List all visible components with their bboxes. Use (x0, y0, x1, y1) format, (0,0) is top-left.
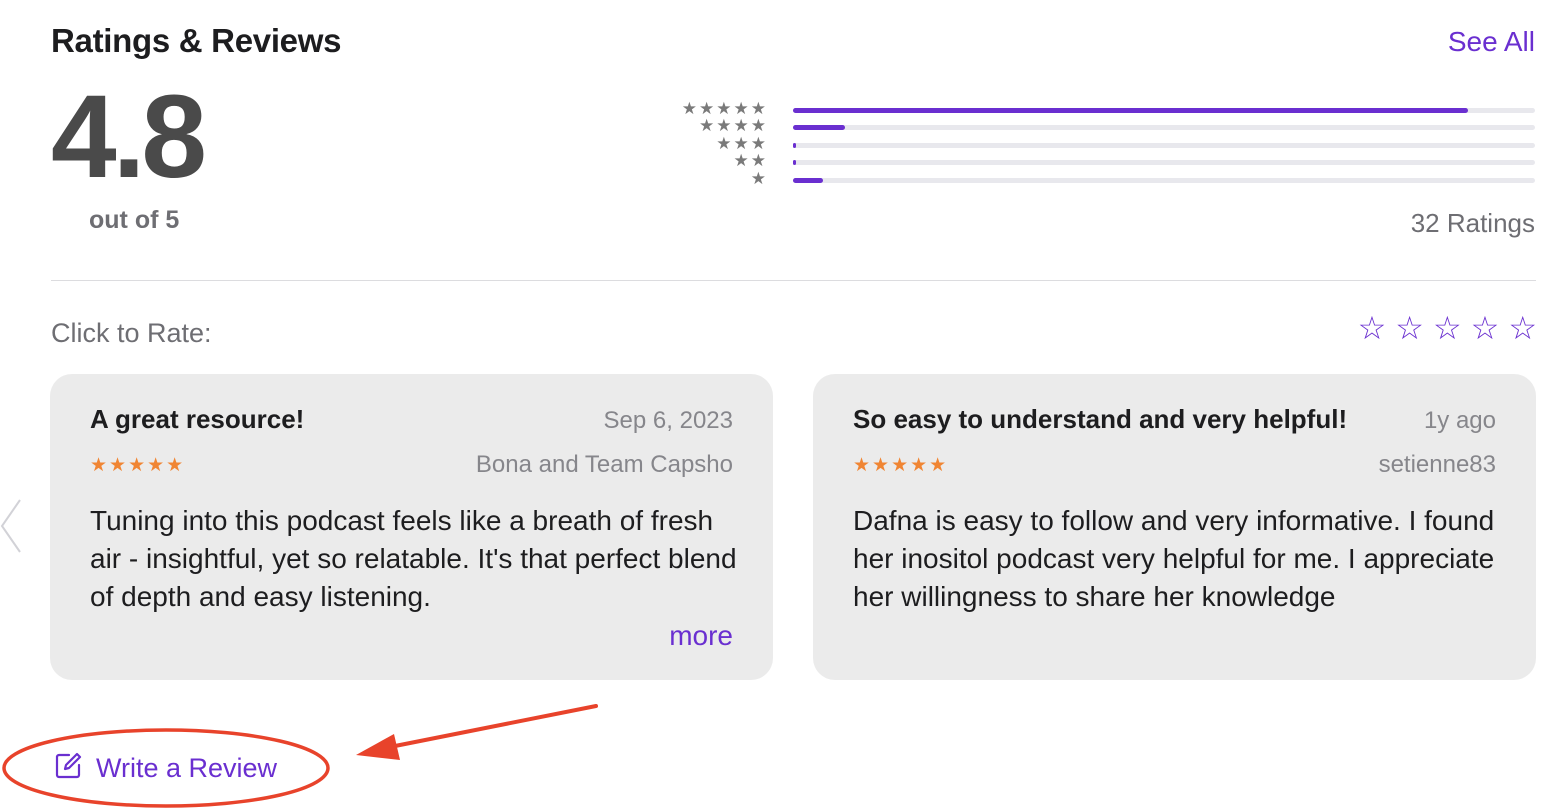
annotation-arrow-head (356, 734, 400, 760)
four-star-bar (793, 125, 1535, 131)
average-rating: 4.8 (51, 71, 207, 203)
review-title: So easy to understand and very helpful! (853, 404, 1348, 434)
five-star-label: ★★★★★ (681, 99, 768, 118)
star-level-labels: ★★★★★ ★★★★ ★★★ ★★ ★ (660, 100, 768, 187)
annotation-arrow-line (393, 704, 598, 748)
review-author: Bona and Team Capsho (475, 451, 733, 478)
compose-icon (54, 752, 82, 785)
rate-star-3-icon[interactable]: ☆ (1433, 312, 1462, 344)
five-star-bar (793, 108, 1535, 113)
write-a-review-label: Write a Review (96, 753, 278, 783)
one-star-label: ★ (750, 168, 768, 188)
review-date: Sep 6, 2023 (603, 407, 733, 434)
ratings-count: 32 Ratings (1410, 208, 1535, 238)
review-card: So easy to understand and very helpful! … (813, 374, 1536, 680)
out-of-label: out of 5 (89, 206, 180, 234)
review-stars-icon: ★★★★★ (853, 455, 949, 476)
write-a-review-button[interactable]: Write a Review (54, 752, 277, 785)
rate-star-5-icon[interactable]: ☆ (1508, 312, 1537, 344)
chevron-left-icon[interactable] (0, 496, 24, 556)
one-star-bar-fill (793, 177, 823, 183)
rate-star-2-icon[interactable]: ☆ (1395, 312, 1424, 344)
review-body: Dafna is easy to follow and very informa… (853, 505, 1495, 612)
two-star-bar (793, 160, 1535, 166)
click-to-rate-label: Click to Rate: (51, 318, 212, 348)
rating-distribution (793, 108, 1535, 195)
three-star-bar-fill (793, 142, 796, 148)
review-body: Tuning into this podcast feels like a br… (90, 505, 737, 612)
rate-star-1-icon[interactable]: ☆ (1358, 312, 1387, 344)
rate-star-4-icon[interactable]: ☆ (1471, 312, 1500, 344)
review-author: setienne83 (1378, 451, 1496, 478)
three-star-label: ★★★ (716, 133, 768, 153)
see-all-link[interactable]: See All (1448, 26, 1535, 58)
divider (51, 280, 1536, 281)
two-star-label: ★★ (733, 151, 768, 171)
review-stars-icon: ★★★★★ (90, 455, 186, 476)
click-to-rate-stars: ☆ ☆ ☆ ☆ ☆ (1358, 312, 1537, 344)
two-star-bar-fill (793, 160, 796, 166)
review-title: A great resource! (90, 404, 305, 434)
more-link[interactable]: more (669, 620, 733, 652)
four-star-label: ★★★★ (699, 116, 768, 136)
section-title: Ratings & Reviews (51, 22, 342, 59)
review-card: A great resource! Sep 6, 2023 ★★★★★ Bona… (50, 374, 773, 680)
three-star-bar (793, 142, 1535, 148)
review-date: 1y ago (1423, 407, 1496, 434)
one-star-bar (793, 177, 1535, 183)
five-star-bar-fill (793, 108, 1469, 113)
four-star-bar-fill (793, 125, 845, 131)
